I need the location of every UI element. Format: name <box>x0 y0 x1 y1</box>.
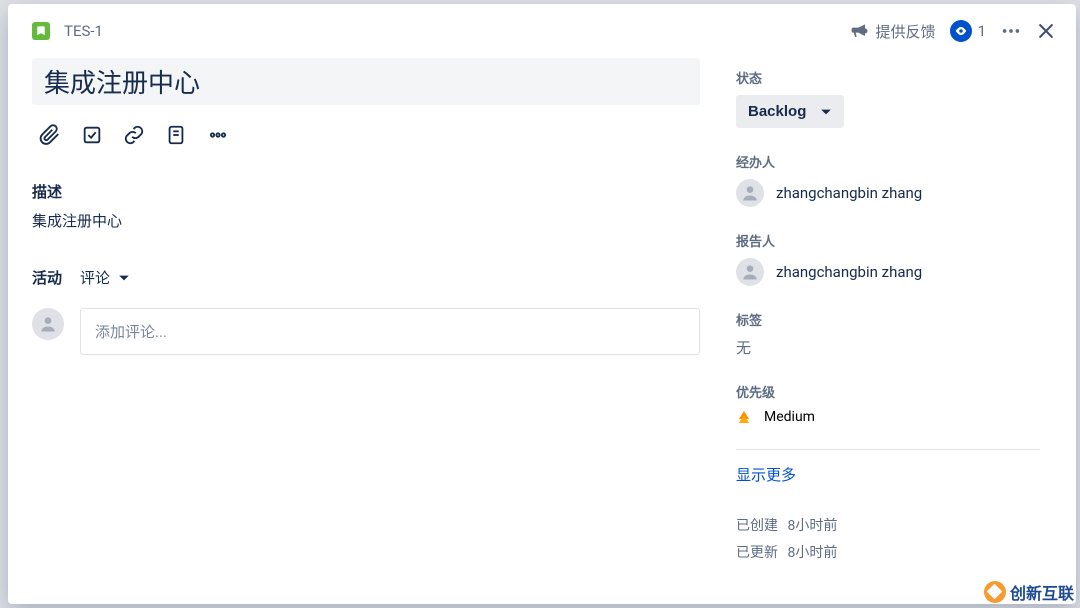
field-tags[interactable]: 标签 无 <box>736 310 1040 358</box>
show-more-fields[interactable]: 显示更多 <box>736 464 1040 485</box>
priority-value: Medium <box>764 409 815 425</box>
watermark-logo-icon <box>984 581 1006 603</box>
watermark: 创新互联 <box>984 580 1074 604</box>
feedback-label: 提供反馈 <box>876 21 936 42</box>
field-priority[interactable]: 优先级 Medium <box>736 382 1040 425</box>
main-column: 描述 集成注册中心 活动 评论 添加评论... <box>8 50 736 604</box>
current-user-avatar <box>32 308 64 340</box>
field-status: 状态 Backlog <box>736 68 1040 128</box>
field-assignee[interactable]: 经办人 zhangchangbin zhang <box>736 152 1040 207</box>
more-horizontal-icon <box>1000 20 1022 42</box>
status-label: 状态 <box>736 68 1040 87</box>
side-column: 状态 Backlog 经办人 zhangchangbin zhang 报告人 <box>736 50 1076 604</box>
issue-title-input[interactable] <box>32 58 700 105</box>
attachment-icon <box>39 124 61 146</box>
attach-button[interactable] <box>32 117 68 153</box>
more-actions-button[interactable] <box>1000 20 1022 42</box>
divider <box>736 449 1040 450</box>
updated-label: 已更新 <box>736 540 784 567</box>
timestamps: 已创建 8小时前 已更新 8小时前 <box>736 513 1040 566</box>
link-icon <box>123 124 145 146</box>
watch-button[interactable]: 1 <box>950 20 986 42</box>
page-icon <box>165 124 187 146</box>
eye-icon <box>950 20 972 42</box>
assignee-label: 经办人 <box>736 152 1040 171</box>
priority-medium-icon <box>736 409 752 425</box>
close-icon <box>1036 21 1056 41</box>
created-value: 8小时前 <box>787 518 837 534</box>
more-horizontal-icon <box>207 124 229 146</box>
updated-value: 8小时前 <box>787 545 837 561</box>
description-text[interactable]: 集成注册中心 <box>32 210 700 231</box>
reporter-value: zhangchangbin zhang <box>776 263 922 281</box>
tags-label: 标签 <box>736 310 1040 329</box>
subtask-icon <box>81 124 103 146</box>
status-select[interactable]: Backlog <box>736 95 844 128</box>
chevron-down-icon <box>118 272 130 284</box>
page-button[interactable] <box>158 117 194 153</box>
issue-header: TES-1 提供反馈 1 <box>8 4 1076 50</box>
issue-key[interactable]: TES-1 <box>64 22 103 40</box>
assignee-avatar <box>736 179 764 207</box>
description-label: 描述 <box>32 181 700 202</box>
reporter-avatar <box>736 258 764 286</box>
feedback-button[interactable]: 提供反馈 <box>850 21 936 42</box>
activity-section: 活动 评论 <box>32 267 700 288</box>
assignee-value: zhangchangbin zhang <box>776 184 922 202</box>
content-actions <box>32 117 700 153</box>
story-icon <box>32 22 50 40</box>
chevron-down-icon <box>820 106 832 118</box>
link-button[interactable] <box>116 117 152 153</box>
created-label: 已创建 <box>736 513 784 540</box>
person-icon <box>38 314 58 334</box>
field-reporter[interactable]: 报告人 zhangchangbin zhang <box>736 231 1040 286</box>
person-icon <box>740 183 760 203</box>
person-icon <box>740 262 760 282</box>
priority-label: 优先级 <box>736 382 1040 401</box>
activity-label: 活动 <box>32 267 62 288</box>
more-content-button[interactable] <box>200 117 236 153</box>
tags-value: 无 <box>736 337 1040 358</box>
megaphone-icon <box>850 21 870 41</box>
issue-modal: TES-1 提供反馈 1 <box>8 4 1076 604</box>
comment-input[interactable]: 添加评论... <box>80 308 700 355</box>
reporter-label: 报告人 <box>736 231 1040 250</box>
header-actions: 提供反馈 1 <box>850 20 1056 42</box>
subtask-button[interactable] <box>74 117 110 153</box>
close-button[interactable] <box>1036 21 1056 41</box>
activity-tab-select[interactable]: 评论 <box>80 267 130 288</box>
watch-count: 1 <box>978 22 986 40</box>
comment-composer: 添加评论... <box>32 308 700 355</box>
